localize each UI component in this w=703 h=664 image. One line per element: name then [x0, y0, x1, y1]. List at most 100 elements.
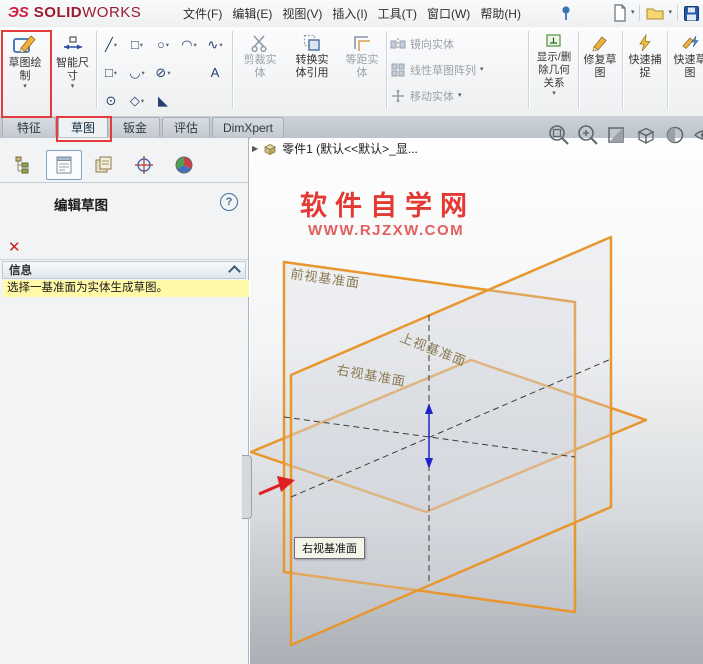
- line-tool-button[interactable]: ╱ ▾: [99, 32, 123, 57]
- mirror-label: 镜向实体: [410, 39, 454, 51]
- zoom-to-fit-icon[interactable]: [548, 124, 570, 146]
- quick-access-toolbar: ▾ ▾: [612, 2, 700, 24]
- tab-sheet-metal[interactable]: 钣金: [110, 117, 160, 137]
- linear-pattern-dropdown[interactable]: ▾: [480, 66, 484, 74]
- move-dropdown[interactable]: ▾: [458, 92, 462, 100]
- dimxpert-target-icon: [135, 156, 153, 174]
- toolbar-separator: [639, 5, 641, 21]
- panel-tab-configurationmanager[interactable]: [86, 150, 122, 180]
- close-icon[interactable]: ✕: [8, 238, 21, 256]
- menu-file[interactable]: 文件(F): [178, 0, 227, 26]
- mirror-entities-icon: [390, 38, 406, 50]
- menu-view[interactable]: 视图(V): [277, 0, 327, 26]
- group-separator: [667, 31, 668, 109]
- message-group-header[interactable]: 信息: [2, 261, 246, 279]
- display-delete-relations-button[interactable]: 显示/删 除几何 关系 ▾: [532, 32, 576, 98]
- menu-insert[interactable]: 插入(I): [327, 0, 372, 26]
- repair-label-1: 修复草: [583, 54, 617, 66]
- circle-tool-button[interactable]: ○ ▾: [151, 32, 175, 57]
- linear-sketch-pattern-button[interactable]: 线性草图阵列 ▾: [390, 62, 484, 78]
- open-document-icon[interactable]: [645, 5, 665, 21]
- rectangle-tool-button[interactable]: □ ▾: [125, 32, 149, 57]
- text-tool-button[interactable]: A: [203, 60, 227, 85]
- tab-features[interactable]: 特征: [2, 117, 56, 137]
- convert-entities-button[interactable]: 转换实 体引用: [286, 33, 338, 79]
- menu-help[interactable]: 帮助(H): [475, 0, 526, 26]
- rapid-sketch-button[interactable]: 快速草 图: [669, 33, 703, 79]
- configuration-stack-icon: [95, 156, 112, 173]
- featuremanager-tree-icon: [15, 156, 29, 174]
- repair-label-2: 图: [594, 67, 606, 79]
- panel-splitter-handle[interactable]: [242, 455, 252, 519]
- display-style-icon[interactable]: [664, 124, 686, 146]
- tab-sketch[interactable]: 草图: [58, 117, 108, 137]
- relations-label-2: 除几何: [538, 64, 570, 76]
- polygon-tool-button[interactable]: ◇ ▾: [125, 88, 149, 113]
- tab-evaluate[interactable]: 评估: [162, 117, 210, 137]
- spline-tool-button[interactable]: ∿ ▾: [203, 32, 227, 57]
- arc-tool-button[interactable]: ◠ ▾: [177, 32, 201, 57]
- menu-edit[interactable]: 编辑(E): [227, 0, 277, 26]
- message-text: 选择一基准面为实体生成草图。: [3, 280, 249, 297]
- center-rectangle-tool-button[interactable]: □ ▾: [99, 60, 123, 85]
- point-tool-button[interactable]: ⊙: [99, 88, 123, 113]
- pin-icon[interactable]: [560, 5, 572, 22]
- tangent-arc-tool-button[interactable]: ◡ ▾: [125, 60, 149, 85]
- group-separator: [622, 31, 623, 109]
- convert-label-2: 体引用: [295, 67, 329, 79]
- relations-dropdown[interactable]: ▾: [552, 90, 556, 98]
- sketch-dropdown[interactable]: ▾: [23, 83, 27, 91]
- ds-logo-icon: ЭS: [8, 4, 29, 21]
- section-view-icon[interactable]: [606, 124, 628, 146]
- mirror-entities-button[interactable]: 镜向实体: [390, 36, 454, 52]
- new-document-dropdown[interactable]: ▾: [631, 9, 635, 17]
- tab-dimxpert[interactable]: DimXpert: [212, 117, 284, 137]
- repair-sketch-icon: [592, 36, 607, 52]
- new-document-icon[interactable]: [612, 3, 628, 23]
- move-entities-button[interactable]: 移动实体 ▾: [390, 88, 462, 104]
- offset-entities-icon: [354, 36, 370, 51]
- trim-entities-button[interactable]: 剪裁实 体: [236, 33, 284, 79]
- save-icon[interactable]: [683, 5, 700, 22]
- zoom-to-area-icon[interactable]: [577, 124, 599, 146]
- panel-tab-dimxpertmanager[interactable]: [126, 150, 162, 180]
- heads-up-view-toolbar: [548, 124, 703, 146]
- help-icon[interactable]: ?: [220, 193, 238, 211]
- offset-entities-button[interactable]: 等距实 体: [340, 33, 384, 79]
- menubar: 文件(F) 编辑(E) 视图(V) 插入(I) 工具(T) 窗口(W) 帮助(H…: [178, 0, 526, 26]
- smart-dimension-icon: [63, 36, 82, 50]
- repair-sketch-button[interactable]: 修复草 图: [580, 33, 620, 79]
- model-canvas[interactable]: 前视基准面 上视基准面 右视基准面: [250, 138, 703, 664]
- chamfer-tool-button[interactable]: ◣: [151, 88, 175, 113]
- convert-entities-icon: [303, 34, 320, 51]
- move-entities-icon: [392, 89, 404, 103]
- menu-window[interactable]: 窗口(W): [422, 0, 475, 26]
- offset-label-1: 等距实: [345, 54, 379, 66]
- smart-dimension-button[interactable]: 智能尺 寸 ▾: [50, 32, 95, 91]
- panel-tab-displaymanager[interactable]: [166, 150, 202, 180]
- linear-pattern-icon: [391, 63, 405, 77]
- trim-entities-icon: [251, 35, 267, 53]
- property-manager-panel: 编辑草图 ? ✕ 信息 选择一基准面为实体生成草图。: [0, 138, 249, 664]
- open-document-dropdown[interactable]: ▾: [668, 9, 672, 17]
- hide-show-items-icon[interactable]: [693, 124, 703, 146]
- view-orientation-icon[interactable]: [635, 124, 657, 146]
- logo-works-text: WORKS: [82, 4, 142, 21]
- smart-dimension-dropdown[interactable]: ▾: [71, 83, 75, 91]
- panel-tab-propertymanager[interactable]: [46, 150, 82, 180]
- relations-label-3: 关系: [543, 77, 565, 89]
- ribbon: 草图绘 制 ▾ 智能尺 寸 ▾ ╱ ▾ □ ▾ ○ ▾ ◠ ▾ ∿ ▾ □ ▾ ◡ ▾ ⊘ ▾ …: [0, 27, 703, 117]
- ellipse-tool-button[interactable]: ⊘ ▾: [151, 60, 175, 85]
- collapse-chevron-icon[interactable]: [228, 265, 241, 278]
- panel-tab-featuremanager[interactable]: [6, 150, 42, 180]
- relations-icon: [546, 34, 561, 47]
- trim-label-1: 剪裁实: [243, 54, 277, 66]
- sketch-button[interactable]: 草图绘 制 ▾: [2, 32, 48, 91]
- move-label: 移动实体: [410, 91, 454, 103]
- offset-label-2: 体: [356, 67, 368, 79]
- group-separator: [386, 31, 387, 109]
- graphics-viewport[interactable]: ▶ 零件1 (默认<<默认>_显... 软件自学网 WWW.RJZXW.COM …: [250, 138, 703, 664]
- quick-snaps-label-2: 捉: [639, 67, 651, 79]
- quick-snaps-button[interactable]: 快速捕 捉: [624, 33, 666, 79]
- menu-tools[interactable]: 工具(T): [373, 0, 422, 26]
